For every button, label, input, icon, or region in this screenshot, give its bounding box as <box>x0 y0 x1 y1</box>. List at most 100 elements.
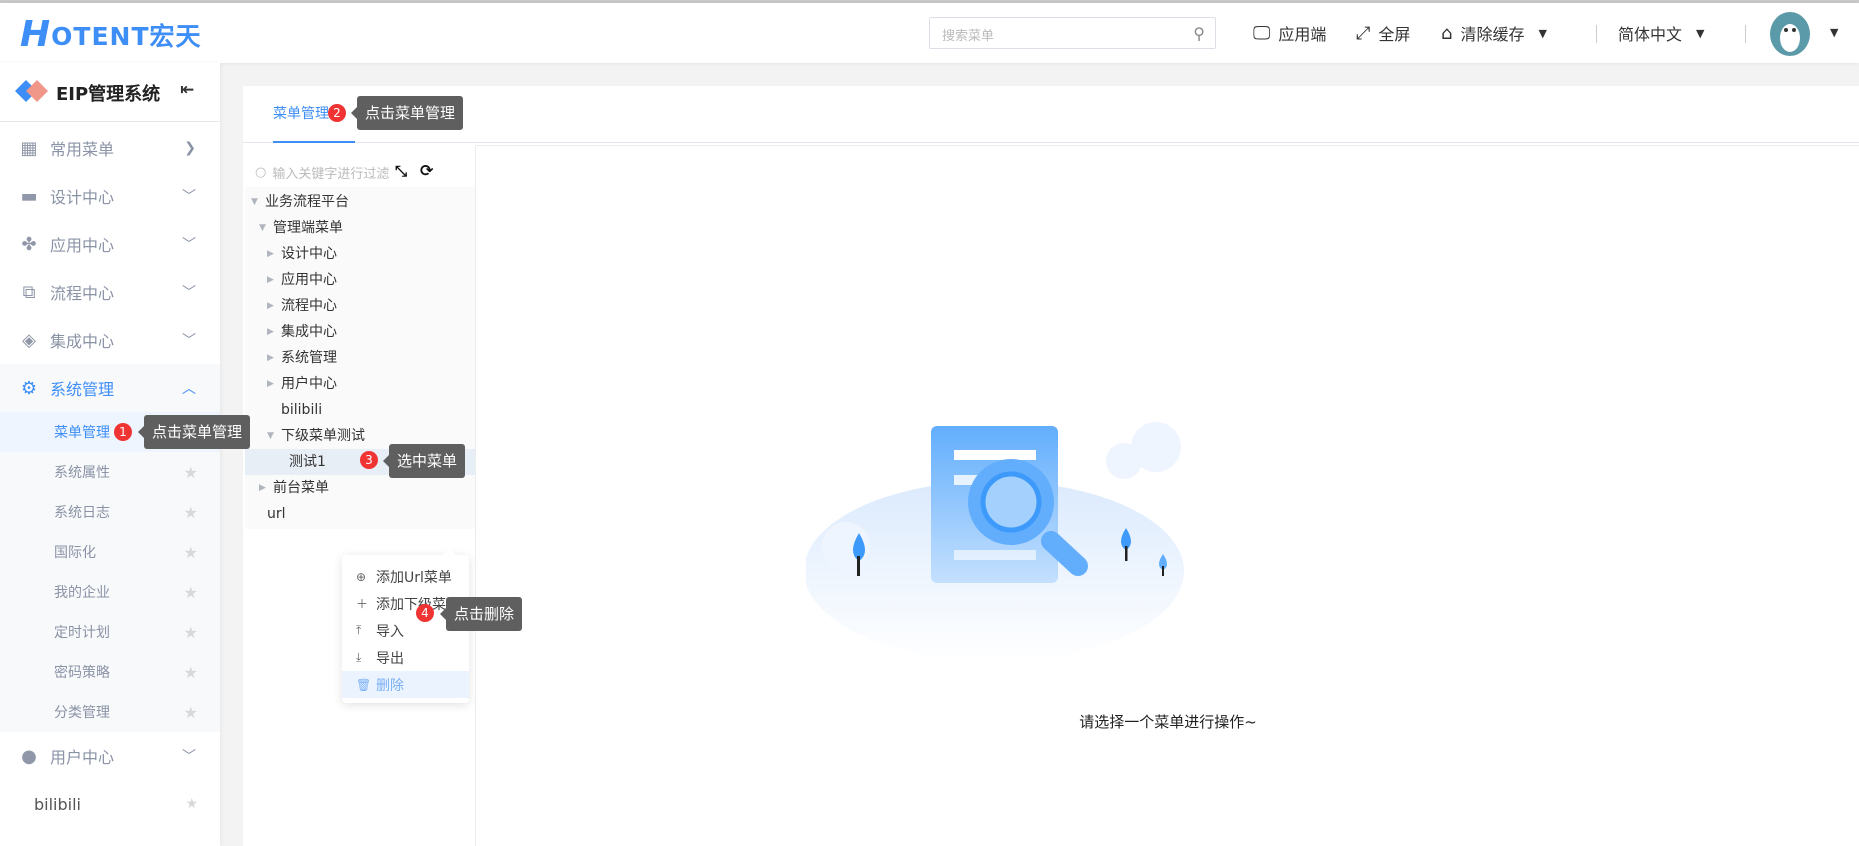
menu-system[interactable]: ⚙ 系统管理 ︿ <box>0 364 220 412</box>
star-icon[interactable]: ★ <box>184 663 198 682</box>
collapse-all-icon[interactable]: ⤡ <box>395 162 407 180</box>
caret-down-icon: ▼ <box>1696 26 1705 40</box>
logo[interactable]: H OTENT宏天 <box>20 15 202 53</box>
star-icon[interactable]: ★ <box>184 543 198 562</box>
submenu-item[interactable]: 分类管理 ★ <box>0 692 220 732</box>
step-tooltip-1: 点击菜单管理 <box>137 415 251 449</box>
chevron-down-icon: ﹀ <box>182 333 196 349</box>
submenu-item[interactable]: 国际化 ★ <box>0 532 220 572</box>
menu-flow[interactable]: ⧉ 流程中心 ﹀ <box>0 268 220 316</box>
tree-node[interactable]: ▶ 用户中心 <box>245 371 475 397</box>
delete-menu-item[interactable]: 🗑 删除 <box>342 671 469 698</box>
tree-node[interactable]: ▶ 应用中心 <box>245 267 475 293</box>
menu-integration[interactable]: ◈ 集成中心 ﹀ <box>0 316 220 364</box>
chevron-down-icon: ﹀ <box>182 189 196 205</box>
star-icon[interactable]: ★ <box>184 703 198 722</box>
grid-icon: ▦ <box>20 137 38 159</box>
caret-right-icon: ▶ <box>267 275 274 285</box>
submenu-item[interactable]: 系统属性 ★ <box>0 452 220 492</box>
star-icon[interactable]: ★ <box>184 463 198 482</box>
plus-icon: ＋ <box>356 597 369 611</box>
tab-bar: 菜单管理 <box>243 86 1859 143</box>
step-tooltip-2: 点击菜单管理 <box>350 96 464 130</box>
chevron-down-icon: ﹀ <box>182 237 196 253</box>
brush-icon: ⌂ <box>1441 22 1453 44</box>
submenu-item[interactable]: 系统日志 ★ <box>0 492 220 532</box>
tree-filter-input[interactable]: ○ 输入关键字进行过滤 <box>245 157 475 187</box>
menu-app[interactable]: ✤ 应用中心 ﹀ <box>0 220 220 268</box>
detail-panel: 请选择一个菜单进行操作~ <box>475 145 1859 846</box>
step-badge-3: 3 <box>360 451 378 469</box>
chevron-up-icon: ︿ <box>182 381 196 397</box>
step-badge-2: 2 <box>328 104 346 122</box>
menu-common[interactable]: ▦ 常用菜单 ❯ <box>0 124 220 172</box>
tree-node[interactable]: ▶ 流程中心 <box>245 293 475 319</box>
plus-circle-icon: ⊕ <box>356 569 367 584</box>
clear-cache-button[interactable]: ⌂ 清除缓存 ▼ <box>1441 17 1547 49</box>
menu-user-center[interactable]: ● 用户中心 ﹀ <box>0 732 220 780</box>
eip-logo-icon <box>15 80 48 102</box>
avatar[interactable] <box>1770 12 1810 56</box>
upload-icon: ⤒ <box>356 623 362 637</box>
tree-node[interactable]: ▼ 管理端菜单 <box>245 215 475 241</box>
submenu-item[interactable]: 我的企业 ★ <box>0 572 220 612</box>
add-url-menu-item[interactable]: ⊕ 添加Url菜单 <box>342 563 469 590</box>
caret-right-icon: ▶ <box>259 483 266 493</box>
empty-message: 请选择一个菜单进行操作~ <box>1079 713 1257 731</box>
tree-node[interactable]: url <box>245 501 475 527</box>
refresh-icon[interactable]: ⟳ <box>420 161 433 180</box>
submenu-item[interactable]: 定时计划 ★ <box>0 612 220 652</box>
tree-node[interactable]: ▶ 系统管理 <box>245 345 475 371</box>
divider <box>1596 25 1597 43</box>
star-icon[interactable]: ★ <box>184 503 198 522</box>
step-badge-1: 1 <box>114 423 132 441</box>
language-select[interactable]: 简体中文 ▼ <box>1618 17 1704 49</box>
sidebar-header: EIP管理系统 ⇤ <box>0 63 220 122</box>
search-icon: ⚲ <box>1193 24 1205 43</box>
flow-icon: ⧉ <box>22 281 36 303</box>
caret-down-icon: ▼ <box>259 223 266 233</box>
collapse-sidebar-icon[interactable]: ⇤ <box>180 80 194 100</box>
search-input[interactable]: 搜索菜单 ⚲ <box>929 17 1216 49</box>
tree-node[interactable]: bilibili <box>245 397 475 423</box>
card-icon: ▬ <box>20 185 38 207</box>
step-badge-4: 4 <box>416 604 434 622</box>
chevron-right-icon: ❯ <box>184 140 196 156</box>
caret-right-icon: ▶ <box>267 353 274 363</box>
apps-icon: ✤ <box>21 233 37 255</box>
star-icon[interactable]: ★ <box>185 796 198 812</box>
submenu-item[interactable]: 密码策略 ★ <box>0 652 220 692</box>
star-icon[interactable]: ★ <box>184 623 198 642</box>
sidebar-title: EIP管理系统 <box>56 84 161 105</box>
tree-panel: ○ 输入关键字进行过滤 ⤡ ⟳ ▼ 业务流程平台 ▼ 管理端菜单 ▶ 设计中心 ▶ 应用中… <box>245 157 475 846</box>
gear-icon: ⚙ <box>20 377 38 399</box>
menu-design[interactable]: ▬ 设计中心 ﹀ <box>0 172 220 220</box>
layers-icon: ◈ <box>22 329 36 351</box>
sidebar: EIP管理系统 ⇤ ▦ 常用菜单 ❯ ▬ 设计中心 ﹀ ✤ 应用中心 ﹀ ⧉ 流程中心 ﹀ ◈ 集… <box>0 63 220 846</box>
caret-down-icon: ▼ <box>1538 26 1547 40</box>
caret-down-icon: ▼ <box>251 197 258 207</box>
step-tooltip-3: 选中菜单 <box>382 444 466 478</box>
tree-node[interactable]: ▼ 业务流程平台 <box>245 189 475 215</box>
caret-right-icon: ▶ <box>267 327 274 337</box>
user-caret-icon[interactable]: ▼ <box>1830 26 1838 39</box>
monitor-icon: 🖵 <box>1253 22 1271 44</box>
caret-right-icon: ▶ <box>267 301 274 311</box>
expand-icon: ⤢ <box>1356 22 1371 44</box>
menu-bilibili[interactable]: bilibili ★ <box>0 780 220 828</box>
tree-node[interactable]: ▶ 前台菜单 <box>245 475 475 501</box>
tree-node[interactable]: ▶ 集成中心 <box>245 319 475 345</box>
caret-down-icon: ▼ <box>267 431 274 441</box>
export-menu-item[interactable]: ⤓ 导出 <box>342 644 469 671</box>
user-icon: ● <box>21 745 37 767</box>
chevron-down-icon: ﹀ <box>182 285 196 301</box>
header: H OTENT宏天 搜索菜单 ⚲ 🖵 应用端 ⤢ 全屏 ⌂ 清除缓存 ▼ 简体中文 ▼ ▼ <box>0 3 1859 63</box>
main-card: 菜单管理 ○ 输入关键字进行过滤 ⤡ ⟳ ▼ 业务流程平台 ▼ 管理端菜单 ▶ 设计中心… <box>243 86 1859 846</box>
star-icon[interactable]: ★ <box>184 583 198 602</box>
fullscreen-button[interactable]: ⤢ 全屏 <box>1356 17 1410 49</box>
app-end-button[interactable]: 🖵 应用端 <box>1253 17 1326 49</box>
caret-right-icon: ▶ <box>267 379 274 389</box>
tree-node[interactable]: ▶ 设计中心 <box>245 241 475 267</box>
download-icon: ⤓ <box>356 650 362 664</box>
step-tooltip-4: 点击删除 <box>439 597 523 631</box>
